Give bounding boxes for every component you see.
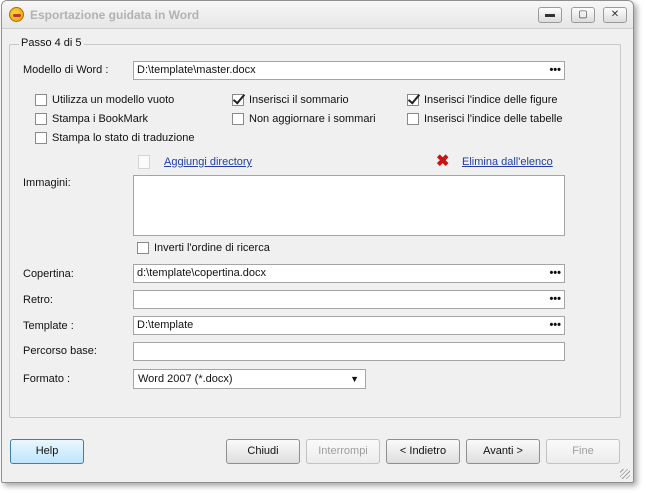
back-field[interactable]: ••• <box>133 290 565 309</box>
stop-button[interactable]: Interrompi <box>306 439 380 464</box>
maximize-button[interactable]: ▢ <box>571 7 595 23</box>
print-bookmark-checkbox[interactable]: Stampa i BookMark <box>35 113 148 125</box>
app-icon <box>9 7 24 22</box>
chevron-down-icon: ▼ <box>350 374 359 384</box>
invert-order-checkbox[interactable]: Inverti l'ordine di ricerca <box>137 242 270 254</box>
format-value: Word 2007 (*.docx) <box>138 373 233 385</box>
window-title: Esportazione guidata in Word <box>30 8 200 22</box>
checkbox-box-checked <box>232 94 244 106</box>
cover-value: d:\template\copertina.docx <box>137 267 267 279</box>
browse-word-model-button[interactable]: ••• <box>549 62 561 79</box>
word-model-field[interactable]: D:\template\master.docx ••• <box>133 61 565 80</box>
finish-button[interactable]: Fine <box>546 439 620 464</box>
title-bar[interactable]: Esportazione guidata in Word ▬ ▢ ✕ <box>2 1 633 29</box>
close-window-button[interactable]: ✕ <box>603 7 627 23</box>
add-directory-link[interactable]: Aggiungi directory <box>164 156 252 168</box>
insert-summary-checkbox[interactable]: Inserisci il sommario <box>232 94 349 106</box>
empty-model-label: Utilizza un modello vuoto <box>52 94 175 106</box>
insert-tables-index-label: Inserisci l'indice delle tabelle <box>424 113 563 125</box>
checkbox-box <box>35 113 47 125</box>
format-select[interactable]: Word 2007 (*.docx) ▼ <box>133 369 366 389</box>
step-label: Passo 4 di 5 <box>19 37 84 49</box>
close-button[interactable]: Chiudi <box>226 439 300 464</box>
print-bookmark-label: Stampa i BookMark <box>52 113 148 125</box>
insert-figures-index-label: Inserisci l'indice delle figure <box>424 94 558 106</box>
insert-tables-index-checkbox[interactable]: Inserisci l'indice delle tabelle <box>407 113 562 125</box>
insert-summary-label: Inserisci il sommario <box>249 94 349 106</box>
next-button[interactable]: Avanti > <box>466 439 540 464</box>
print-translation-state-checkbox[interactable]: Stampa lo stato di traduzione <box>35 132 194 144</box>
word-model-label: Modello di Word : <box>23 64 109 76</box>
resize-grip[interactable] <box>620 469 630 479</box>
no-update-summary-label: Non aggiornare i sommari <box>249 113 376 125</box>
minimize-button[interactable]: ▬ <box>538 7 562 23</box>
base-path-field[interactable] <box>133 342 565 361</box>
checkbox-box-checked <box>407 94 419 106</box>
no-update-summary-checkbox[interactable]: Non aggiornare i sommari <box>232 113 376 125</box>
back-button[interactable]: < Indietro <box>386 439 460 464</box>
back-label: Retro: <box>23 294 53 306</box>
insert-figures-index-checkbox[interactable]: Inserisci l'indice delle figure <box>407 94 558 106</box>
checkbox-box <box>137 242 149 254</box>
word-model-value: D:\template\master.docx <box>137 64 256 76</box>
help-button[interactable]: Help <box>10 439 84 464</box>
invert-order-label: Inverti l'ordine di ricerca <box>154 242 270 254</box>
remove-from-list-link[interactable]: Elimina dall'elenco <box>462 156 553 168</box>
browse-template-button[interactable]: ••• <box>549 317 561 334</box>
checkbox-box <box>35 132 47 144</box>
print-translation-state-label: Stampa lo stato di traduzione <box>52 132 195 144</box>
folder-icon[interactable] <box>138 155 150 169</box>
browse-back-button[interactable]: ••• <box>549 291 561 308</box>
cover-label: Copertina: <box>23 268 74 280</box>
template-field[interactable]: D:\template ••• <box>133 316 565 335</box>
template-value: D:\template <box>137 319 194 331</box>
images-listbox[interactable] <box>133 175 565 236</box>
checkbox-box <box>232 113 244 125</box>
cover-field[interactable]: d:\template\copertina.docx ••• <box>133 264 565 283</box>
browse-cover-button[interactable]: ••• <box>549 265 561 282</box>
base-path-label: Percorso base: <box>23 345 97 357</box>
format-label: Formato : <box>23 373 71 385</box>
empty-model-checkbox[interactable]: Utilizza un modello vuoto <box>35 94 174 106</box>
images-label: Immagini: <box>23 177 71 189</box>
checkbox-box <box>35 94 47 106</box>
template-label: Template : <box>23 320 74 332</box>
delete-icon[interactable]: ✖ <box>436 154 450 170</box>
checkbox-box <box>407 113 419 125</box>
